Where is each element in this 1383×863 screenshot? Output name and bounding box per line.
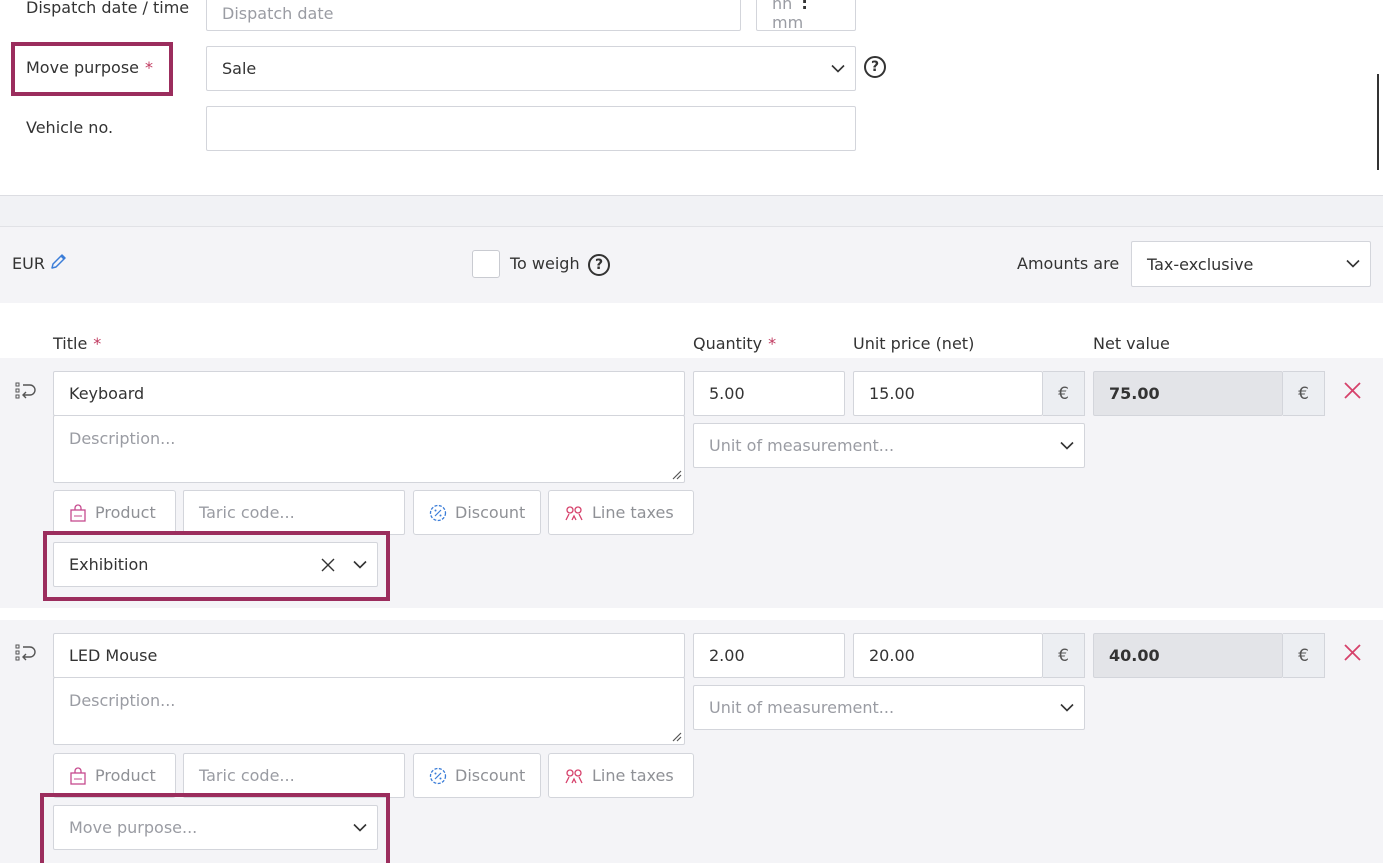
- column-quantity: Quantity *: [693, 334, 777, 353]
- line-title-input[interactable]: Keyboard: [53, 371, 685, 416]
- move-purpose-label: Move purpose *: [26, 58, 153, 77]
- taric-placeholder: Taric code...: [199, 766, 295, 785]
- product-bag-icon: [70, 503, 86, 522]
- unit-of-measurement-select[interactable]: Unit of measurement...: [693, 423, 1085, 468]
- taric-placeholder: Taric code...: [199, 503, 295, 522]
- dispatch-label: Dispatch date / time: [26, 0, 190, 17]
- currency-addon: €: [1283, 633, 1325, 678]
- chevron-down-icon: [1346, 259, 1360, 268]
- unit-of-measurement-select[interactable]: Unit of measurement...: [693, 685, 1085, 730]
- description-placeholder: Description...: [69, 691, 176, 710]
- product-button[interactable]: Product: [53, 753, 176, 798]
- discount-label: Discount: [455, 766, 526, 785]
- chevron-down-icon: [1060, 441, 1074, 450]
- unit-price-input[interactable]: 15.00: [853, 371, 1043, 416]
- description-placeholder: Description...: [69, 429, 176, 448]
- net-value-field: 40.00: [1093, 633, 1283, 678]
- amounts-mode-value: Tax-exclusive: [1147, 254, 1254, 274]
- line-move-purpose-select[interactable]: Exhibition: [53, 542, 378, 587]
- unit-price-value: 20.00: [869, 646, 915, 665]
- help-icon[interactable]: ?: [588, 254, 610, 276]
- line-move-purpose-select[interactable]: Move purpose...: [53, 805, 378, 850]
- taxes-icon: [565, 505, 583, 520]
- product-bag-icon: [70, 766, 86, 785]
- resize-handle-icon[interactable]: [672, 732, 682, 742]
- time-hh: hh: [772, 0, 793, 13]
- unit-price-value: 15.00: [869, 384, 915, 403]
- delete-line-icon[interactable]: [1343, 643, 1362, 662]
- time-mm: mm: [772, 13, 804, 32]
- chevron-down-icon: [831, 64, 845, 73]
- unit-placeholder: Unit of measurement...: [709, 698, 895, 717]
- taric-code-input[interactable]: Taric code...: [183, 490, 405, 535]
- net-value: 40.00: [1109, 646, 1160, 665]
- line-taxes-label: Line taxes: [592, 503, 674, 522]
- product-button[interactable]: Product: [53, 490, 176, 535]
- unit-placeholder: Unit of measurement...: [709, 436, 895, 455]
- unit-price-input[interactable]: 20.00: [853, 633, 1043, 678]
- amounts-are-label: Amounts are: [1017, 254, 1120, 273]
- vehicle-label: Vehicle no.: [26, 118, 114, 137]
- product-label: Product: [95, 766, 156, 785]
- quantity-value: 2.00: [709, 646, 745, 665]
- discount-button[interactable]: Discount: [413, 490, 541, 535]
- move-purpose-value: Sale: [222, 59, 257, 78]
- taric-code-input[interactable]: Taric code...: [183, 753, 405, 798]
- quantity-value: 5.00: [709, 384, 745, 403]
- column-unit-price: Unit price (net): [853, 334, 975, 353]
- pencil-icon[interactable]: [49, 252, 68, 271]
- column-title: Title *: [53, 334, 102, 353]
- quantity-input[interactable]: 2.00: [693, 633, 845, 678]
- line-title-value: LED Mouse: [69, 646, 158, 665]
- time-separator: :: [801, 0, 808, 13]
- side-panel-edge: [1377, 74, 1383, 170]
- reorder-icon[interactable]: [15, 381, 37, 401]
- chevron-down-icon: [353, 560, 367, 569]
- net-value: 75.00: [1109, 384, 1160, 403]
- chevron-down-icon: [1060, 703, 1074, 712]
- product-label: Product: [95, 503, 156, 522]
- reorder-icon[interactable]: [15, 643, 37, 663]
- line-title-input[interactable]: LED Mouse: [53, 633, 685, 678]
- line-taxes-label: Line taxes: [592, 766, 674, 785]
- discount-label: Discount: [455, 503, 526, 522]
- line-description-textarea[interactable]: Description...: [53, 677, 685, 745]
- dispatch-date-placeholder: Dispatch date: [222, 3, 334, 23]
- currency-addon: €: [1043, 371, 1085, 416]
- delete-line-icon[interactable]: [1343, 381, 1362, 400]
- help-icon[interactable]: ?: [864, 56, 886, 78]
- to-weigh-checkbox[interactable]: [472, 250, 500, 278]
- vehicle-input[interactable]: [206, 106, 856, 151]
- line-taxes-button[interactable]: Line taxes: [548, 753, 694, 798]
- line-taxes-button[interactable]: Line taxes: [548, 490, 694, 535]
- discount-icon: [429, 504, 447, 521]
- to-weigh-label: To weigh: [510, 254, 580, 273]
- dispatch-time-input[interactable]: hh : mm: [756, 0, 856, 32]
- amounts-mode-select[interactable]: Tax-exclusive: [1131, 241, 1371, 287]
- dispatch-date-input[interactable]: Dispatch date: [206, 0, 741, 31]
- resize-handle-icon[interactable]: [672, 470, 682, 480]
- quantity-input[interactable]: 5.00: [693, 371, 845, 416]
- discount-button[interactable]: Discount: [413, 753, 541, 798]
- column-net-value: Net value: [1093, 334, 1170, 353]
- line-move-purpose-placeholder: Move purpose...: [69, 818, 198, 837]
- currency-label: EUR: [12, 254, 45, 273]
- chevron-down-icon: [353, 823, 367, 832]
- clear-icon[interactable]: [321, 558, 335, 572]
- taxes-icon: [565, 768, 583, 783]
- net-value-field: 75.00: [1093, 371, 1283, 416]
- line-description-textarea[interactable]: Description...: [53, 415, 685, 483]
- line-title-value: Keyboard: [69, 384, 145, 403]
- move-purpose-select[interactable]: Sale: [206, 46, 856, 91]
- section-gap: [0, 196, 1383, 227]
- discount-icon: [429, 767, 447, 784]
- line-move-purpose-value: Exhibition: [69, 555, 149, 574]
- currency-addon: €: [1043, 633, 1085, 678]
- currency-addon: €: [1283, 371, 1325, 416]
